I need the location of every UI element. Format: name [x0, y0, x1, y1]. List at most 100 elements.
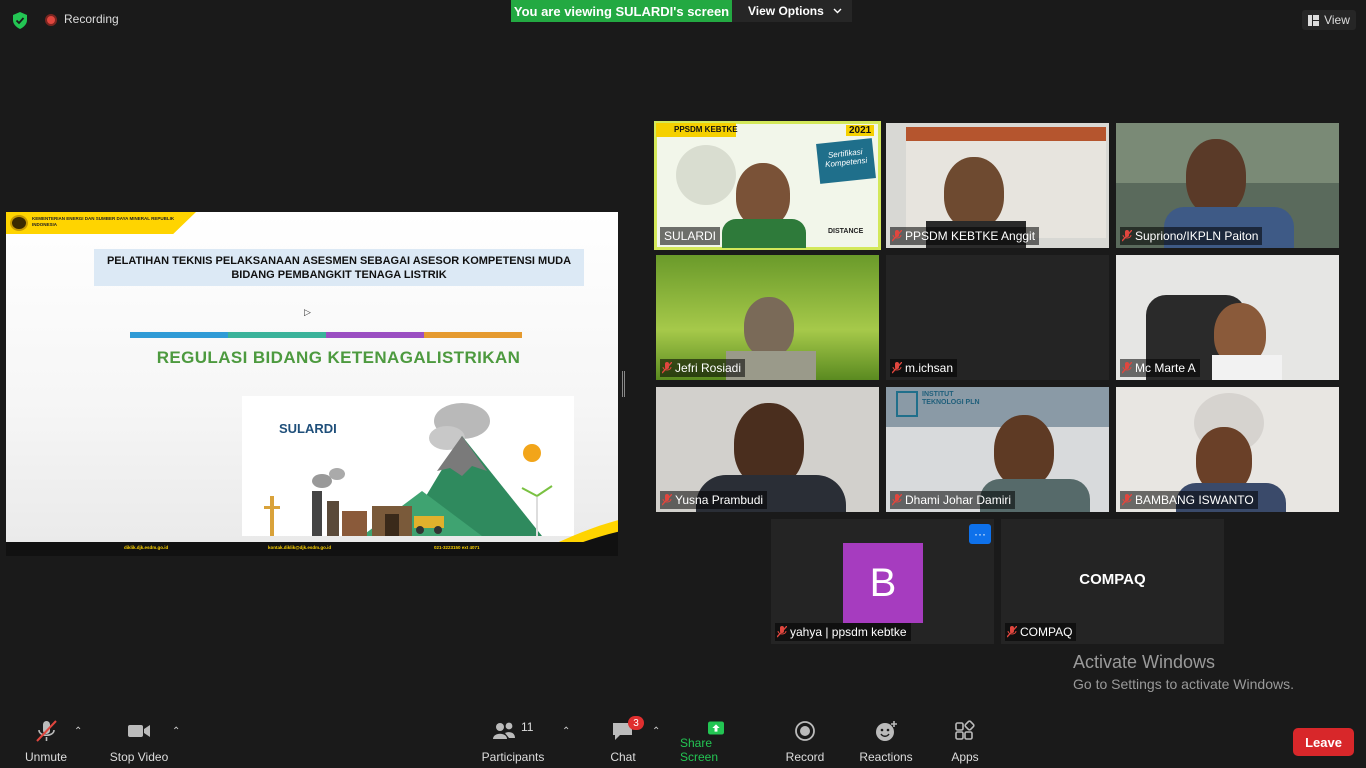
view-button[interactable]: View	[1302, 10, 1356, 30]
participant-name-label: SULARDI	[660, 227, 721, 245]
video-tile-compaq[interactable]: COMPAQ COMPAQ	[1001, 519, 1224, 644]
participants-button[interactable]: 11 Participants	[480, 720, 546, 764]
participant-name-label: Jefri Rosiadi	[660, 359, 746, 377]
ministry-logo	[10, 215, 28, 231]
participant-name-label: m.ichsan	[890, 359, 958, 377]
muted-microphone-icon	[36, 720, 57, 742]
sertifikasi-badge: Sertifikasi Kompetensi	[816, 138, 876, 184]
sulardi-banner: PPSDM KEBTKE	[674, 125, 738, 134]
participant-name-label: Supriono/IKPLN Paiton	[1120, 227, 1263, 245]
participant-name-label: COMPAQ	[1005, 623, 1077, 641]
participant-face	[994, 415, 1054, 487]
volcano-industry-illustration	[264, 403, 553, 536]
muted-mic-icon	[1122, 494, 1132, 506]
apps-button[interactable]: Apps	[944, 720, 986, 764]
share-screen-label: Share Screen	[680, 736, 719, 764]
share-screen-icon	[708, 721, 724, 735]
distance-label: DISTANCE	[828, 228, 864, 235]
video-tile-sulardi[interactable]: PPSDM KEBTKE 2021 Sertifikasi Kompetensi…	[654, 121, 881, 250]
video-tile-marte[interactable]: Mc Marte A	[1116, 255, 1339, 380]
participant-name-label: PPSDM KEBTKE Anggit	[890, 227, 1040, 245]
recording-label: Recording	[64, 12, 119, 26]
splitter-handle[interactable]	[622, 371, 625, 397]
video-tile-ichsan[interactable]: m.ichsan	[886, 255, 1109, 380]
muted-mic-icon	[1122, 230, 1132, 242]
share-screen-button[interactable]: Share Screen	[680, 720, 752, 764]
reactions-icon	[876, 721, 897, 741]
video-tile-dhami[interactable]: INSTITUT TEKNOLOGI PLN Dhami Johar Damir…	[886, 387, 1109, 512]
footer-phone: 021-3223150 ext 4071	[434, 545, 480, 550]
participant-name-label: Yusna Prambudi	[660, 491, 768, 509]
stop-video-button[interactable]: Stop Video	[106, 720, 172, 764]
audio-options-caret[interactable]: ⌃	[74, 726, 82, 737]
logo-watermark	[676, 145, 736, 205]
itpln-label: INSTITUT TEKNOLOGI PLN	[922, 391, 980, 406]
slide-illustration: SULARDI	[242, 396, 574, 536]
participants-options-caret[interactable]: ⌃	[562, 726, 570, 737]
muted-mic-icon	[892, 362, 902, 374]
chat-options-caret[interactable]: ⌃	[652, 726, 660, 737]
slide-footer: diklik.djk.esdm.go.id kontak.diklik@djk.…	[6, 542, 618, 556]
muted-mic-icon	[662, 362, 672, 374]
participant-name-label: BAMBANG ISWANTO	[1120, 491, 1258, 509]
chat-button[interactable]: 3 Chat	[606, 716, 644, 764]
footer-email: kontak.diklik@djk.esdm.go.id	[268, 545, 332, 550]
grid-view-icon	[1308, 14, 1320, 26]
video-tile-supriono[interactable]: Supriono/IKPLN Paiton	[1116, 123, 1339, 248]
slide-subtitle: REGULASI BIDANG KETENAGALISTRIKAN	[156, 348, 521, 367]
avatar: B	[843, 543, 923, 623]
activate-windows-subtitle: Go to Settings to activate Windows.	[1073, 676, 1294, 692]
sulardi-year: 2021	[846, 125, 875, 136]
muted-mic-icon	[892, 230, 902, 242]
participant-name-label: yahya | ppsdm kebtke	[775, 623, 911, 641]
apps-icon	[955, 720, 975, 740]
unmute-button[interactable]: Unmute	[20, 720, 72, 764]
muted-mic-icon	[662, 494, 672, 506]
participants-icon	[493, 722, 515, 739]
muted-mic-icon	[1007, 626, 1017, 638]
video-options-caret[interactable]: ⌃	[172, 726, 180, 737]
view-options-button[interactable]: View Options	[732, 0, 852, 22]
viewing-banner: You are viewing SULARDI's screen	[511, 0, 732, 22]
security-shield-icon[interactable]	[12, 12, 28, 29]
video-tile-jefri[interactable]: Jefri Rosiadi	[656, 255, 879, 380]
chevron-down-icon	[833, 8, 842, 14]
chat-label: Chat	[610, 750, 636, 764]
slide-title: PELATIHAN TEKNIS PELAKSANAAN ASESMEN SEB…	[94, 249, 584, 286]
participant-face	[1186, 139, 1246, 215]
participants-icon-group: 11	[491, 720, 535, 742]
participants-count: 11	[521, 720, 534, 734]
video-tile-yahya[interactable]: B ··· yahya | ppsdm kebtke	[771, 519, 994, 644]
stop-video-label: Stop Video	[109, 750, 169, 764]
footer-website: diklik.djk.esdm.go.id	[124, 545, 169, 550]
roof	[906, 127, 1106, 141]
participant-shirt	[722, 219, 806, 248]
record-icon	[795, 721, 815, 741]
color-bar-teal	[228, 332, 326, 338]
shared-screen[interactable]: KEMENTERIAN ENERGI DAN SUMBER DAYA MINER…	[6, 212, 618, 556]
muted-mic-icon	[777, 626, 787, 638]
itpln-logo	[896, 391, 918, 417]
apps-label: Apps	[951, 750, 979, 764]
video-tile-bambang[interactable]: BAMBANG ISWANTO	[1116, 387, 1339, 512]
more-options-button[interactable]: ···	[969, 524, 991, 544]
participant-face	[944, 157, 1004, 229]
chat-badge: 3	[628, 716, 644, 730]
reactions-button[interactable]: Reactions	[856, 720, 916, 764]
color-bar-blue	[130, 332, 228, 338]
video-tile-yusna[interactable]: Yusna Prambudi	[656, 387, 879, 512]
video-camera-icon	[128, 725, 150, 737]
record-label: Record	[785, 750, 825, 764]
unmute-label: Unmute	[24, 750, 68, 764]
muted-mic-icon	[1122, 362, 1132, 374]
participants-label: Participants	[481, 750, 545, 764]
chat-icon-group: 3	[610, 716, 644, 742]
activate-windows-title: Activate Windows	[1073, 652, 1216, 672]
view-options-label: View Options	[748, 4, 824, 18]
participant-name-label: Dhami Johar Damiri	[890, 491, 1016, 509]
mouse-pointer-icon: ▷	[304, 307, 311, 317]
leave-button[interactable]: Leave	[1293, 728, 1354, 756]
record-button[interactable]: Record	[782, 720, 828, 764]
participant-shirt	[1212, 355, 1282, 380]
video-tile-anggit[interactable]: PPSDM KEBTKE Anggit	[886, 123, 1109, 248]
